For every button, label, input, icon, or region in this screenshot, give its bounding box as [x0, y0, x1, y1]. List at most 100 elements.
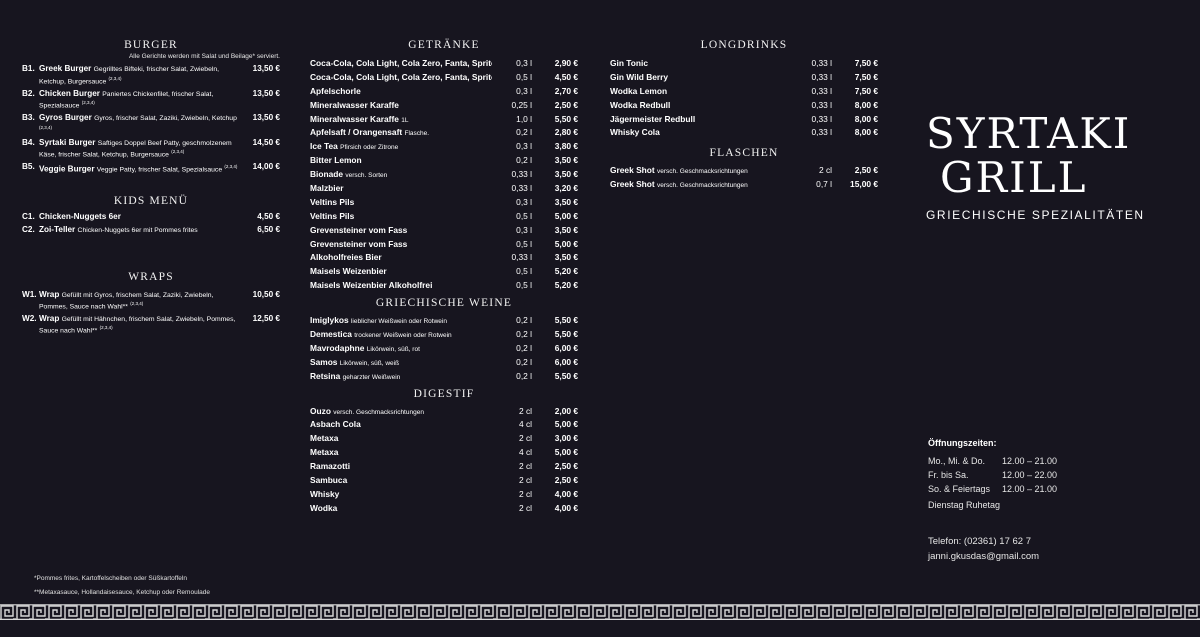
drink-title: Greek Shot	[610, 179, 655, 190]
drink-size: 2 cl	[518, 488, 532, 499]
menu-item: C1. Chicken-Nuggets 6er 4,50 €	[22, 211, 280, 227]
drink-price: 5,00 €	[554, 210, 578, 221]
phone-number[interactable]: Telefon: (02361) 17 62 7	[928, 534, 1039, 549]
item-name: Zoi-Teller	[39, 225, 76, 234]
drink-price: 6,00 €	[554, 342, 578, 353]
drink-price: 2,00 €	[554, 405, 578, 416]
drink-name: Maisels Weizenbier Alkoholfrei	[310, 279, 492, 293]
drink-price: 4,00 €	[554, 488, 578, 499]
item-description: Chicken-Nuggets 6er	[39, 211, 240, 222]
drink-size: 0,33 l	[811, 127, 833, 138]
closed-day: Dienstag Ruhetag	[928, 500, 1001, 510]
item-price: 13,50 €	[252, 64, 280, 73]
drink-title: Wodka Lemon	[610, 85, 668, 96]
item-name: Wrap	[39, 289, 60, 299]
drink-row: Greek Shot versch. Geschmacksrichtungen 2…	[610, 164, 878, 178]
drink-title: Veltins Pils	[310, 196, 355, 207]
drink-size: 0,5 l	[516, 280, 532, 291]
drink-name: Demestica trockener Weißwein oder Rotwei…	[310, 328, 492, 342]
drink-size: 0,33 l	[811, 113, 833, 124]
drink-title: Gin Wild Berry	[610, 71, 669, 82]
drink-size: 0,7 l	[816, 179, 832, 190]
drink-price: 2,90 €	[554, 58, 578, 68]
item-description: Veggie Burger Veggie Patty, frischer Sal…	[39, 163, 240, 175]
drink-size: 0,5 l	[516, 238, 532, 249]
item-detail: Veggie Patty, frischer Salat, Spezialsau…	[96, 166, 223, 174]
drink-title: Apfelschorle	[310, 85, 361, 96]
drink-title: Mineralwasser Karaffe	[310, 99, 399, 110]
drink-size: 0,3 l	[516, 196, 532, 207]
drink-price: 15,00 €	[850, 179, 878, 190]
drinks-column: GETRÄNKE Coca-Cola, Cola Light, Cola Zer…	[310, 38, 578, 516]
drink-title: Retsina	[310, 370, 341, 381]
item-description: Wrap Gefüllt mit Gyros, frischem Salat, …	[39, 289, 240, 313]
item-name: Chicken-Nuggets 6er	[39, 211, 121, 221]
drink-price: 3,50 €	[554, 155, 578, 166]
item-price: 13,50 €	[252, 88, 280, 98]
getraenke-title: GETRÄNKE	[408, 39, 480, 51]
drink-name: Coca-Cola, Cola Light, Cola Zero, Fanta,…	[310, 57, 492, 71]
drink-price: 3,80 €	[554, 141, 578, 152]
drink-row: Greek Shot versch. Geschmacksrichtungen 0…	[610, 178, 878, 192]
drink-title: Samos	[310, 356, 338, 367]
menu-item: W1. Wrap Gefüllt mit Gyros, frischem Sala…	[22, 289, 280, 315]
brand-name-line1: SYRTAKI	[926, 109, 1132, 158]
drink-name: Mineralwasser Karaffe	[310, 99, 492, 113]
drink-price: 2,50 €	[554, 461, 578, 472]
drink-size: 0,33 l	[811, 85, 833, 96]
drink-title: Demestica	[310, 329, 352, 340]
drink-row: Wodka Lemon 0,33 l 7,50 €	[610, 85, 878, 99]
item-name: Veggie Burger	[39, 164, 95, 174]
drink-row: Alkoholfreies Bier 0,33 l 3,50 €	[310, 251, 578, 265]
drink-title: Asbach Cola	[310, 419, 361, 430]
drink-size: 2 cl	[518, 461, 532, 472]
drink-size: 0,3 l	[516, 58, 532, 68]
drink-size: 2 cl	[818, 165, 832, 176]
drink-title: Imiglykos	[310, 315, 349, 326]
drink-row: Asbach Cola 4 cl 5,00 €	[310, 418, 578, 432]
drink-size: 2 cl	[518, 433, 532, 444]
hours-time: 12.00 – 21.00	[1002, 456, 1058, 466]
drink-price: 8,00 €	[854, 127, 878, 138]
email-address[interactable]: janni.gkusdas@gmail.com	[928, 549, 1039, 564]
drink-name: Gin Tonic	[610, 57, 792, 71]
drink-name: Gin Wild Berry	[610, 71, 792, 85]
drink-row: Maisels Weizenbier 0,5 l 5,20 €	[310, 265, 578, 279]
drink-size: 0,33 l	[511, 252, 533, 263]
item-name: Gyros Burger	[39, 113, 92, 122]
greek-key-border	[0, 604, 1200, 620]
digestif-list: Ouzo versch. Geschmacksrichtungen 2 cl 2,0…	[310, 405, 578, 516]
drink-size: 0,2 l	[516, 342, 532, 353]
item-detail: Chicken-Nuggets 6er mit Pommes frites	[77, 227, 198, 234]
drink-row: Gin Wild Berry 0,33 l 7,50 €	[610, 71, 878, 85]
drink-price: 8,00 €	[854, 113, 878, 124]
drink-title: Malzbier	[310, 183, 344, 194]
drink-size: 0,5 l	[516, 71, 532, 82]
drink-row: Metaxa 4 cl 5,00 €	[310, 446, 578, 460]
burger-note: Alle Gerichte werden mit Salat und Beila…	[128, 53, 280, 60]
allergen-note: (2,3,4)	[171, 149, 185, 155]
drink-row: Mineralwasser Karaffe 0,25 l 2,50 €	[310, 99, 578, 113]
drink-size: 0,33 l	[811, 71, 833, 82]
drink-size: 0,2 l	[516, 315, 532, 326]
kids-title: KIDS MENÜ	[113, 194, 189, 207]
item-price: 4,50 €	[257, 211, 280, 221]
drink-row: Retsina geharzter Weißwein 0,2 l 5,50 €	[310, 370, 578, 384]
drink-row: Apfelsaft / Orangensaft Flasche. 0,2 l 2,8…	[310, 126, 578, 140]
drink-size: 0,2 l	[516, 127, 532, 138]
drink-price: 7,50 €	[854, 71, 878, 82]
drink-price: 5,00 €	[554, 238, 578, 249]
drink-name: Ice Tea Pfirsich oder Zitrone	[310, 140, 492, 154]
allergen-note: (2,3,4)	[108, 75, 122, 81]
drink-detail: 1L	[401, 116, 409, 124]
drink-name: Ouzo versch. Geschmacksrichtungen	[310, 405, 492, 419]
drink-name: Greek Shot versch. Geschmacksrichtungen	[610, 178, 792, 192]
drink-size: 0,33 l	[511, 169, 533, 180]
brand-subtitle: GRIECHISCHE SPEZIALITÄTEN	[926, 208, 1145, 222]
item-price: 10,50 €	[252, 289, 280, 299]
drink-price: 4,50 €	[554, 71, 578, 82]
drink-row: Veltins Pils 0,5 l 5,00 €	[310, 210, 578, 224]
drink-size: 0,33 l	[511, 183, 533, 194]
drink-title: Gin Tonic	[610, 58, 648, 68]
drink-row: Ice Tea Pfirsich oder Zitrone 0,3 l 3,80 €	[310, 140, 578, 154]
